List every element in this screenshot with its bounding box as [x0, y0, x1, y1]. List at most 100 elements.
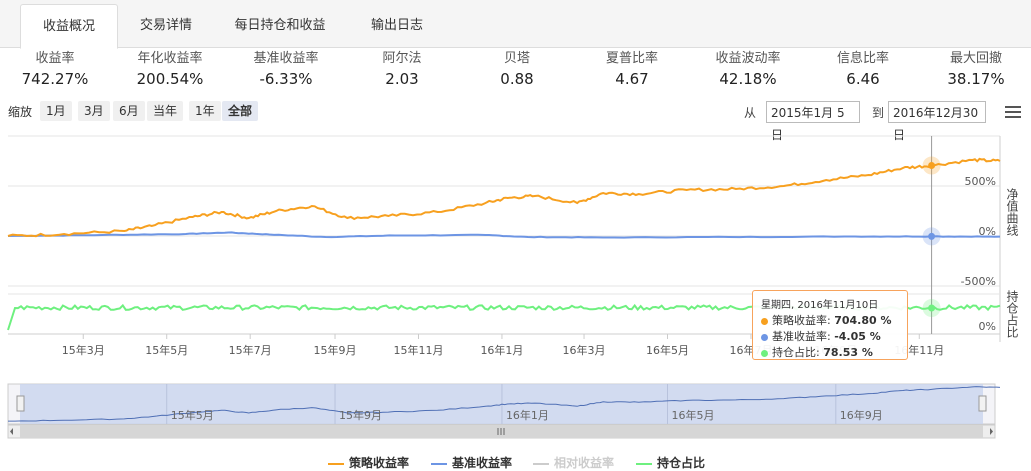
stat-volatility: 收益波动率 42.18%	[693, 50, 803, 90]
scrollbar-track[interactable]	[7, 424, 996, 439]
legend-item-benchmark[interactable]: 基准收益率	[431, 454, 512, 471]
tooltip-series-name: 基准收益率	[772, 330, 827, 343]
navigator-tick-label: 15年9月	[339, 408, 382, 422]
hover-point	[928, 162, 936, 170]
stat-value: 6.46	[846, 70, 880, 88]
stat-label: 年化收益率	[137, 51, 203, 66]
tab-daily-positions[interactable]: 每日持仓和收益	[218, 4, 342, 48]
navigator-right-handle[interactable]	[978, 395, 987, 412]
stat-alpha: 阿尔法 2.03	[347, 50, 457, 90]
hover-halo	[922, 227, 941, 246]
tooltip-row-benchmark: 基准收益率: -4.05 %	[761, 329, 899, 345]
zoom-1m-button[interactable]: 1月	[40, 101, 72, 121]
stat-label: 贝塔	[503, 51, 530, 66]
series-line	[7, 231, 1001, 239]
x-tick-label: 15年7月	[229, 343, 272, 357]
stat-label: 基准收益率	[253, 51, 319, 66]
stat-value: 4.67	[615, 70, 649, 88]
stat-sharpe: 夏普比率 4.67	[577, 50, 687, 90]
zoom-1y-button[interactable]: 1年	[189, 101, 221, 121]
y-axis-title: 净值曲线	[1005, 188, 1019, 236]
stat-max-drawdown: 最大回撤 38.17%	[921, 50, 1031, 90]
navigator-selection[interactable]	[20, 384, 983, 424]
y-tick-label: 500%	[965, 175, 996, 188]
stat-return: 收益率 742.27%	[0, 50, 110, 90]
x-tick-label: 15年11月	[393, 343, 443, 357]
stat-benchmark-return: 基准收益率 -6.33%	[231, 50, 341, 90]
x-tick-label: 16年5月	[646, 343, 689, 357]
zoom-label: 缩放	[8, 105, 33, 119]
tooltip-value: 78.53 %	[823, 346, 873, 359]
hover-point	[928, 232, 936, 240]
scroll-grip-icon[interactable]	[497, 428, 505, 435]
y-tick-label: -500%	[961, 275, 996, 288]
strategy-swatch-icon	[328, 462, 344, 465]
y-tick-label: 0%	[979, 225, 996, 238]
tab-bar: 收益概况 交易详情 每日持仓和收益 输出日志	[0, 0, 1031, 49]
strategy-dot-icon	[761, 317, 768, 325]
stat-annual-return: 年化收益率 200.54%	[115, 50, 225, 90]
hover-point	[928, 304, 936, 312]
legend-item-position[interactable]: 持仓占比	[636, 454, 705, 471]
tooltip-row-strategy: 策略收益率: 704.80 %	[761, 313, 899, 329]
zoom-ytd-button[interactable]: 当年	[147, 101, 184, 121]
stat-beta: 贝塔 0.88	[462, 50, 572, 90]
x-tick-label: 15年3月	[62, 343, 105, 357]
stat-info-ratio: 信息比率 6.46	[808, 50, 918, 90]
stat-label: 收益波动率	[715, 51, 781, 66]
range-from-label: 从	[744, 106, 757, 120]
navigator-tick-label: 16年1月	[506, 408, 549, 422]
stat-label: 最大回撤	[949, 51, 1002, 66]
stat-value: 742.27%	[21, 70, 89, 88]
stat-label: 阿尔法	[382, 51, 422, 66]
legend-item-relative[interactable]: 相对收益率	[533, 454, 614, 471]
navigator-tick-label: 16年9月	[840, 408, 883, 422]
series-line	[7, 157, 1001, 238]
navigator-left-handle[interactable]	[16, 395, 25, 412]
stat-label: 信息比率	[836, 51, 889, 66]
benchmark-dot-icon	[761, 333, 768, 341]
tooltip-value: 704.80 %	[834, 314, 892, 327]
navigator-tick-label: 16年5月	[672, 408, 715, 422]
zoom-all-button[interactable]: 全部	[222, 101, 259, 121]
y-tick-label: 0%	[979, 320, 996, 333]
stat-value: 0.88	[500, 70, 534, 88]
scroll-left-icon[interactable]	[10, 428, 13, 435]
tab-overview[interactable]: 收益概况	[20, 4, 118, 49]
tab-trade-details[interactable]: 交易详情	[124, 4, 208, 48]
tooltip-series-name: 持仓占比	[772, 346, 816, 359]
menu-icon[interactable]	[1005, 106, 1021, 120]
chart-legend: 策略收益率 基准收益率 相对收益率 持仓占比	[0, 454, 1031, 470]
scroll-right-icon[interactable]	[990, 428, 993, 435]
stats-row: 收益率 742.27% 年化收益率 200.54% 基准收益率 -6.33% 阿尔法 2…	[0, 50, 1031, 96]
tab-output-log[interactable]: 输出日志	[355, 4, 439, 48]
y-axis-title: 持仓占比	[1005, 289, 1019, 339]
zoom-3m-button[interactable]: 3月	[78, 101, 110, 121]
tooltip-value: -4.05 %	[834, 330, 881, 343]
hover-halo	[922, 299, 941, 318]
stat-value: 200.54%	[136, 70, 204, 88]
legend-label: 相对收益率	[554, 456, 615, 470]
range-to-label: 到	[872, 106, 885, 120]
scrollbar-thumb[interactable]	[20, 425, 983, 438]
hover-halo	[922, 156, 941, 175]
stat-value: 42.18%	[719, 70, 777, 88]
range-to-input[interactable]: 2016年12月30日	[888, 101, 986, 142]
range-from-input[interactable]: 2015年1月 5日	[766, 101, 860, 142]
navigator-frame	[7, 383, 996, 425]
legend-label: 持仓占比	[657, 456, 706, 470]
benchmark-swatch-icon	[431, 462, 447, 465]
legend-item-strategy[interactable]: 策略收益率	[328, 454, 409, 471]
x-tick-label: 16年1月	[480, 343, 523, 357]
zoom-6m-button[interactable]: 6月	[113, 101, 145, 121]
navigator-line	[8, 386, 1001, 422]
legend-label: 基准收益率	[452, 456, 513, 470]
tooltip-row-position: 持仓占比: 78.53 %	[761, 345, 899, 361]
position-swatch-icon	[636, 462, 652, 465]
position-dot-icon	[761, 349, 768, 357]
x-tick-label: 15年5月	[145, 343, 188, 357]
x-tick-label: 15年9月	[314, 343, 357, 357]
navigator-tick-label: 15年5月	[171, 408, 214, 422]
chart-tooltip: 星期四, 2016年11月10日 策略收益率: 704.80 % 基准收益率: …	[752, 290, 908, 360]
stat-value: 2.03	[385, 70, 419, 88]
